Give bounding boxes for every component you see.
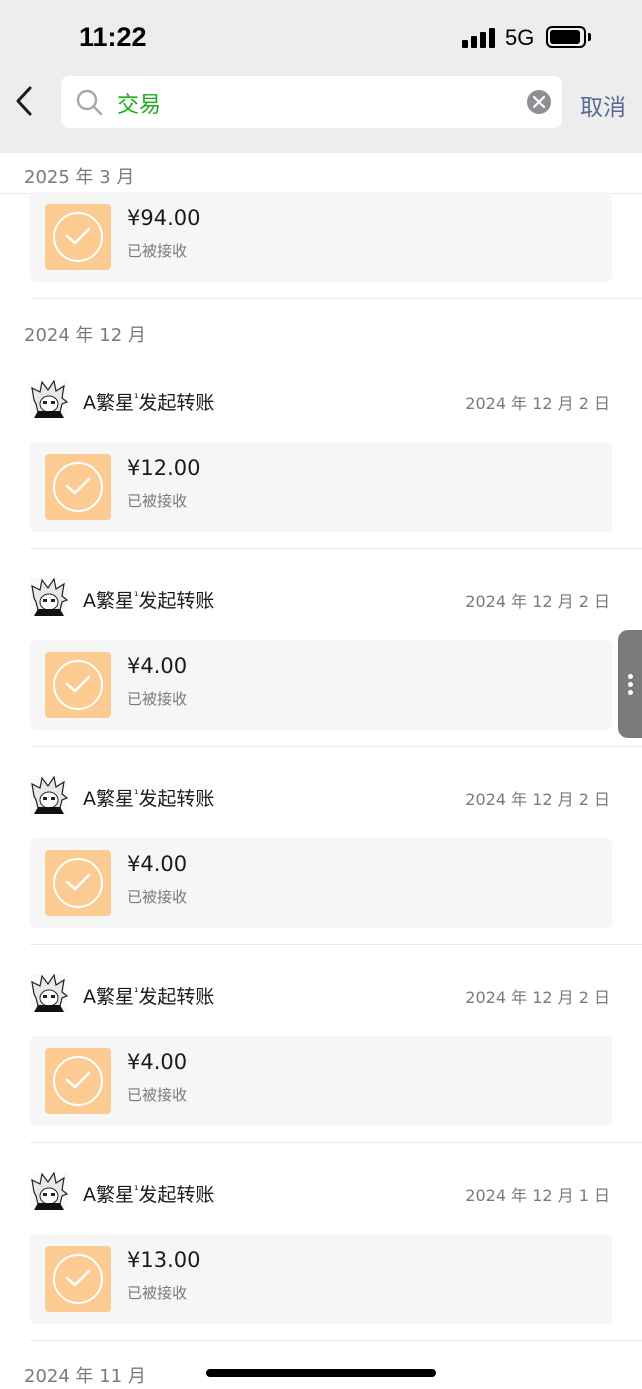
- transfer-check-icon: [45, 454, 111, 520]
- avatar-image: [31, 974, 68, 1012]
- avatar[interactable]: [30, 974, 68, 1012]
- transfer-check-icon: [45, 850, 111, 916]
- sender-label: A繁星: [83, 392, 134, 414]
- divider: [30, 1142, 642, 1143]
- transaction-row[interactable]: A繁星¹发起转账 2024 年 12 月 2 日 ¥4.00 已被接收: [0, 956, 642, 1143]
- network-label: 5G: [505, 25, 535, 50]
- transaction-date: 2024 年 12 月 2 日: [465, 790, 610, 809]
- transfer-check-icon: [45, 1048, 111, 1114]
- transfer-status: 已被接收: [127, 492, 188, 510]
- divider: [30, 746, 642, 747]
- avatar[interactable]: [30, 776, 68, 814]
- sender-action: 发起转账: [138, 590, 215, 612]
- transfer-check-icon: [45, 652, 111, 718]
- transfer-amount: ¥4.00: [127, 852, 188, 876]
- home-indicator[interactable]: [206, 1369, 436, 1377]
- sender-label: A繁星: [83, 986, 134, 1008]
- transfer-status: 已被接收: [127, 1284, 188, 1302]
- transfer-amount: ¥4.00: [127, 1050, 188, 1074]
- avatar-image: [31, 1172, 68, 1210]
- transfer-card[interactable]: ¥94.00 已被接收: [30, 192, 612, 282]
- avatar-image: [31, 776, 68, 814]
- transfer-amount: ¥12.00: [127, 456, 201, 480]
- clear-search-button[interactable]: [527, 90, 551, 114]
- sender-action: 发起转账: [138, 986, 215, 1008]
- sender-label: A繁星: [83, 1184, 134, 1206]
- cancel-button[interactable]: 取消: [580, 88, 626, 122]
- section-header: 2024 年 11 月: [24, 1366, 146, 1387]
- transaction-row[interactable]: A繁星¹发起转账 2024 年 12 月 2 日 ¥12.00 已被接收: [0, 362, 642, 549]
- transfer-amount: ¥94.00: [127, 206, 201, 230]
- sender-action: 发起转账: [138, 392, 215, 414]
- signal-icon: [462, 28, 496, 48]
- floating-handle[interactable]: [618, 630, 642, 738]
- sender-action: 发起转账: [138, 788, 215, 810]
- transfer-amount: ¥4.00: [127, 654, 188, 678]
- transfer-card[interactable]: ¥13.00 已被接收: [30, 1234, 612, 1324]
- divider: [30, 548, 642, 549]
- transaction-date: 2024 年 12 月 1 日: [465, 1186, 610, 1205]
- avatar-image: [31, 578, 68, 616]
- transaction-row[interactable]: A繁星¹发起转账 2024 年 12 月 2 日 ¥4.00 已被接收: [0, 758, 642, 945]
- transaction-date: 2024 年 12 月 2 日: [465, 988, 610, 1007]
- divider: [30, 944, 642, 945]
- transfer-status: 已被接收: [127, 242, 188, 260]
- section-header: 2024 年 12 月: [24, 325, 146, 346]
- avatar[interactable]: [30, 578, 68, 616]
- transfer-card[interactable]: ¥4.00 已被接收: [30, 640, 612, 730]
- transfer-check-icon: [45, 1246, 111, 1312]
- transfer-status: 已被接收: [127, 690, 188, 708]
- avatar[interactable]: [30, 1172, 68, 1210]
- battery-icon: [546, 26, 586, 48]
- search-query[interactable]: 交易: [117, 87, 161, 119]
- transaction-row[interactable]: A繁星¹发起转账 2024 年 12 月 2 日 ¥4.00 已被接收: [0, 560, 642, 747]
- back-button[interactable]: [12, 84, 42, 118]
- sender-name: A繁星¹发起转账: [83, 586, 214, 613]
- avatar-image: [31, 380, 68, 418]
- transaction-date: 2024 年 12 月 2 日: [465, 394, 610, 413]
- divider: [30, 298, 642, 299]
- sender-name: A繁星¹发起转账: [83, 388, 214, 415]
- sender-name: A繁星¹发起转账: [83, 1180, 214, 1207]
- transfer-check-icon: [45, 204, 111, 270]
- transaction-row[interactable]: A繁星¹发起转账 2024 年 12 月 1 日 ¥13.00 已被接收: [0, 1154, 642, 1341]
- transaction-date: 2024 年 12 月 2 日: [465, 592, 610, 611]
- sender-label: A繁星: [83, 788, 134, 810]
- back-chevron-icon: [16, 86, 32, 116]
- top-bar: 11:22 5G 交易 取消: [0, 0, 642, 153]
- transfer-card[interactable]: ¥12.00 已被接收: [30, 442, 612, 532]
- transfer-card[interactable]: ¥4.00 已被接收: [30, 1036, 612, 1126]
- transfer-status: 已被接收: [127, 1086, 188, 1104]
- divider: [30, 1340, 642, 1341]
- status-time: 11:22: [79, 22, 147, 52]
- transfer-amount: ¥13.00: [127, 1248, 201, 1272]
- sender-name: A繁星¹发起转账: [83, 982, 214, 1009]
- battery-tip: [588, 33, 591, 41]
- transfer-card[interactable]: ¥4.00 已被接收: [30, 838, 612, 928]
- section-header: 2025 年 3 月: [24, 167, 135, 188]
- search-input[interactable]: 交易: [61, 76, 562, 128]
- sender-action: 发起转账: [138, 1184, 215, 1206]
- avatar[interactable]: [30, 380, 68, 418]
- search-icon: [76, 89, 103, 116]
- sender-label: A繁星: [83, 590, 134, 612]
- sender-name: A繁星¹发起转账: [83, 784, 214, 811]
- clear-icon: [533, 96, 545, 108]
- transfer-status: 已被接收: [127, 888, 188, 906]
